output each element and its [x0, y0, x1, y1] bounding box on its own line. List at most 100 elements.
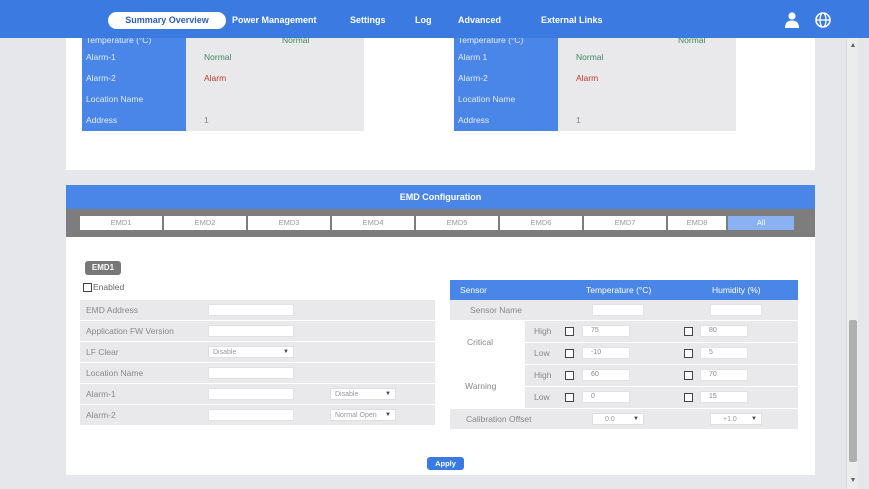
- calibration-row: Calibration Offset 0.0 ▼ +1.0 ▼: [450, 409, 798, 430]
- critical-high-hum-input[interactable]: 80: [700, 325, 748, 337]
- warning-low-label: Low: [534, 392, 550, 402]
- row-divider: [525, 342, 798, 343]
- warning-high-hum-checkbox[interactable]: [684, 371, 693, 380]
- scroll-thumb[interactable]: [849, 320, 857, 462]
- tab-emd2[interactable]: EMD2: [164, 216, 246, 230]
- alarm1-label: Alarm-1: [86, 389, 116, 399]
- critical-low-label: Low: [534, 348, 550, 358]
- alarm1-input[interactable]: [208, 388, 294, 400]
- calibration-hum-value: +1.0: [723, 416, 737, 423]
- chevron-down-icon: ▼: [283, 349, 289, 355]
- warning-high-hum-input[interactable]: 70: [700, 369, 748, 381]
- lf-clear-select[interactable]: Disable ▼: [208, 346, 294, 358]
- critical-high-hum-checkbox[interactable]: [684, 327, 693, 336]
- status-row: Alarm-2 Alarm: [82, 68, 364, 89]
- alarm1-select[interactable]: Disable ▼: [330, 388, 396, 400]
- status-value: Alarm: [186, 68, 364, 89]
- lf-clear-label: LF Clear: [86, 347, 119, 357]
- scroll-up-icon[interactable]: ▲: [847, 40, 859, 52]
- emd-form: EMD Address Application FW Version LF Cl…: [80, 300, 435, 426]
- tab-emd7[interactable]: EMD7: [584, 216, 666, 230]
- tab-emd1[interactable]: EMD1: [80, 216, 162, 230]
- chevron-down-icon: ▼: [385, 412, 391, 418]
- status-value: Normal: [186, 47, 364, 68]
- location-name-input[interactable]: [208, 367, 294, 379]
- sensor-name-temp-input[interactable]: [592, 304, 644, 316]
- status-row: Alarm-1 Normal: [82, 47, 364, 68]
- status-value: Normal: [558, 47, 736, 68]
- calibration-label: Calibration Offset: [466, 414, 532, 424]
- status-label: Location Name: [82, 89, 186, 110]
- critical-low-hum-checkbox[interactable]: [684, 349, 693, 358]
- page-scrollbar[interactable]: ▲ ▼: [846, 38, 858, 489]
- warning-label: Warning: [465, 381, 497, 391]
- warning-low-temp-checkbox[interactable]: [565, 393, 574, 402]
- sensor-header: Sensor: [460, 285, 487, 295]
- tab-emd4[interactable]: EMD4: [332, 216, 414, 230]
- critical-low-temp-input[interactable]: -10: [582, 347, 630, 359]
- config-title: EMD Configuration: [66, 185, 815, 209]
- critical-low-hum-input[interactable]: 5: [700, 347, 748, 359]
- critical-cell: Critical: [450, 321, 525, 364]
- nav-external-links[interactable]: External Links: [541, 12, 603, 29]
- critical-low-temp-checkbox[interactable]: [565, 349, 574, 358]
- status-row: Address 1: [454, 110, 736, 131]
- nav-advanced[interactable]: Advanced: [458, 12, 501, 29]
- status-label: Temperature (°C): [82, 38, 186, 47]
- status-row: Location Name: [82, 89, 364, 110]
- warning-high-temp-input[interactable]: 60: [582, 369, 630, 381]
- warning-low-hum-input[interactable]: 15: [700, 391, 748, 403]
- status-label: Alarm-2: [82, 68, 186, 89]
- alarm2-input[interactable]: [208, 409, 294, 421]
- nav-summary-overview[interactable]: Summary Overview: [108, 12, 226, 29]
- globe-icon[interactable]: [813, 10, 833, 30]
- warning-low-hum-checkbox[interactable]: [684, 393, 693, 402]
- tab-emd5[interactable]: EMD5: [416, 216, 498, 230]
- critical-label: Critical: [467, 337, 493, 347]
- form-row-location-name: Location Name: [80, 363, 435, 384]
- nav-power-management[interactable]: Power Management: [232, 12, 317, 29]
- tab-emd3[interactable]: EMD3: [248, 216, 330, 230]
- calibration-temp-select[interactable]: 0.0 ▼: [592, 413, 644, 425]
- alarm1-value: Disable: [335, 391, 359, 398]
- form-row-alarm1: Alarm-1 Disable ▼: [80, 384, 435, 405]
- status-label: Alarm-2: [454, 68, 558, 89]
- critical-high-label: High: [534, 326, 552, 336]
- app-fw-input[interactable]: [208, 325, 294, 337]
- warning-low-temp-input[interactable]: 0: [582, 391, 630, 403]
- tab-emd8[interactable]: EMD8: [668, 216, 726, 230]
- status-value: Normal: [558, 38, 736, 47]
- emd-badge: EMD1: [85, 261, 121, 275]
- alarm2-label: Alarm-2: [86, 410, 116, 420]
- apply-button[interactable]: Apply: [427, 457, 464, 470]
- emd-tabbar: EMD1 EMD2 EMD3 EMD4 EMD5 EMD6 EMD7 EMD8 …: [66, 209, 815, 237]
- sensor-name-hum-input[interactable]: [710, 304, 762, 316]
- critical-high-temp-input[interactable]: 75: [582, 325, 630, 337]
- enabled-checkbox[interactable]: [83, 283, 92, 292]
- tab-all[interactable]: All: [728, 216, 794, 230]
- form-row-alarm2: Alarm-2 Normal Open ▼: [80, 405, 435, 426]
- alarm2-value: Normal Open: [335, 412, 377, 419]
- calibration-hum-select[interactable]: +1.0 ▼: [710, 413, 762, 425]
- top-nav: Summary Overview Power Management Settin…: [0, 0, 869, 38]
- humidity-header: Humidity (%): [712, 285, 761, 295]
- scroll-down-icon[interactable]: ▼: [847, 475, 859, 487]
- warning-high-temp-checkbox[interactable]: [565, 371, 574, 380]
- form-row-emd-address: EMD Address: [80, 300, 435, 321]
- nav-settings[interactable]: Settings: [350, 12, 386, 29]
- status-label: Temperature (°C): [454, 38, 558, 47]
- chevron-down-icon: ▼: [633, 416, 639, 422]
- warning-cell: Warning: [450, 365, 525, 408]
- status-label: Address: [454, 110, 558, 131]
- status-value: 1: [186, 110, 364, 131]
- alarm2-select[interactable]: Normal Open ▼: [330, 409, 396, 421]
- nav-log[interactable]: Log: [415, 12, 432, 29]
- emd-config-card: EMD Configuration EMD1 EMD2 EMD3 EMD4 EM…: [66, 185, 815, 475]
- tab-emd6[interactable]: EMD6: [500, 216, 582, 230]
- user-icon[interactable]: [782, 10, 802, 30]
- status-row: Temperature (°C) Normal: [454, 38, 736, 47]
- app-fw-label: Application FW Version: [86, 326, 174, 336]
- temperature-header: Temperature (°C): [586, 285, 652, 295]
- critical-high-temp-checkbox[interactable]: [565, 327, 574, 336]
- emd-address-input[interactable]: [208, 304, 294, 316]
